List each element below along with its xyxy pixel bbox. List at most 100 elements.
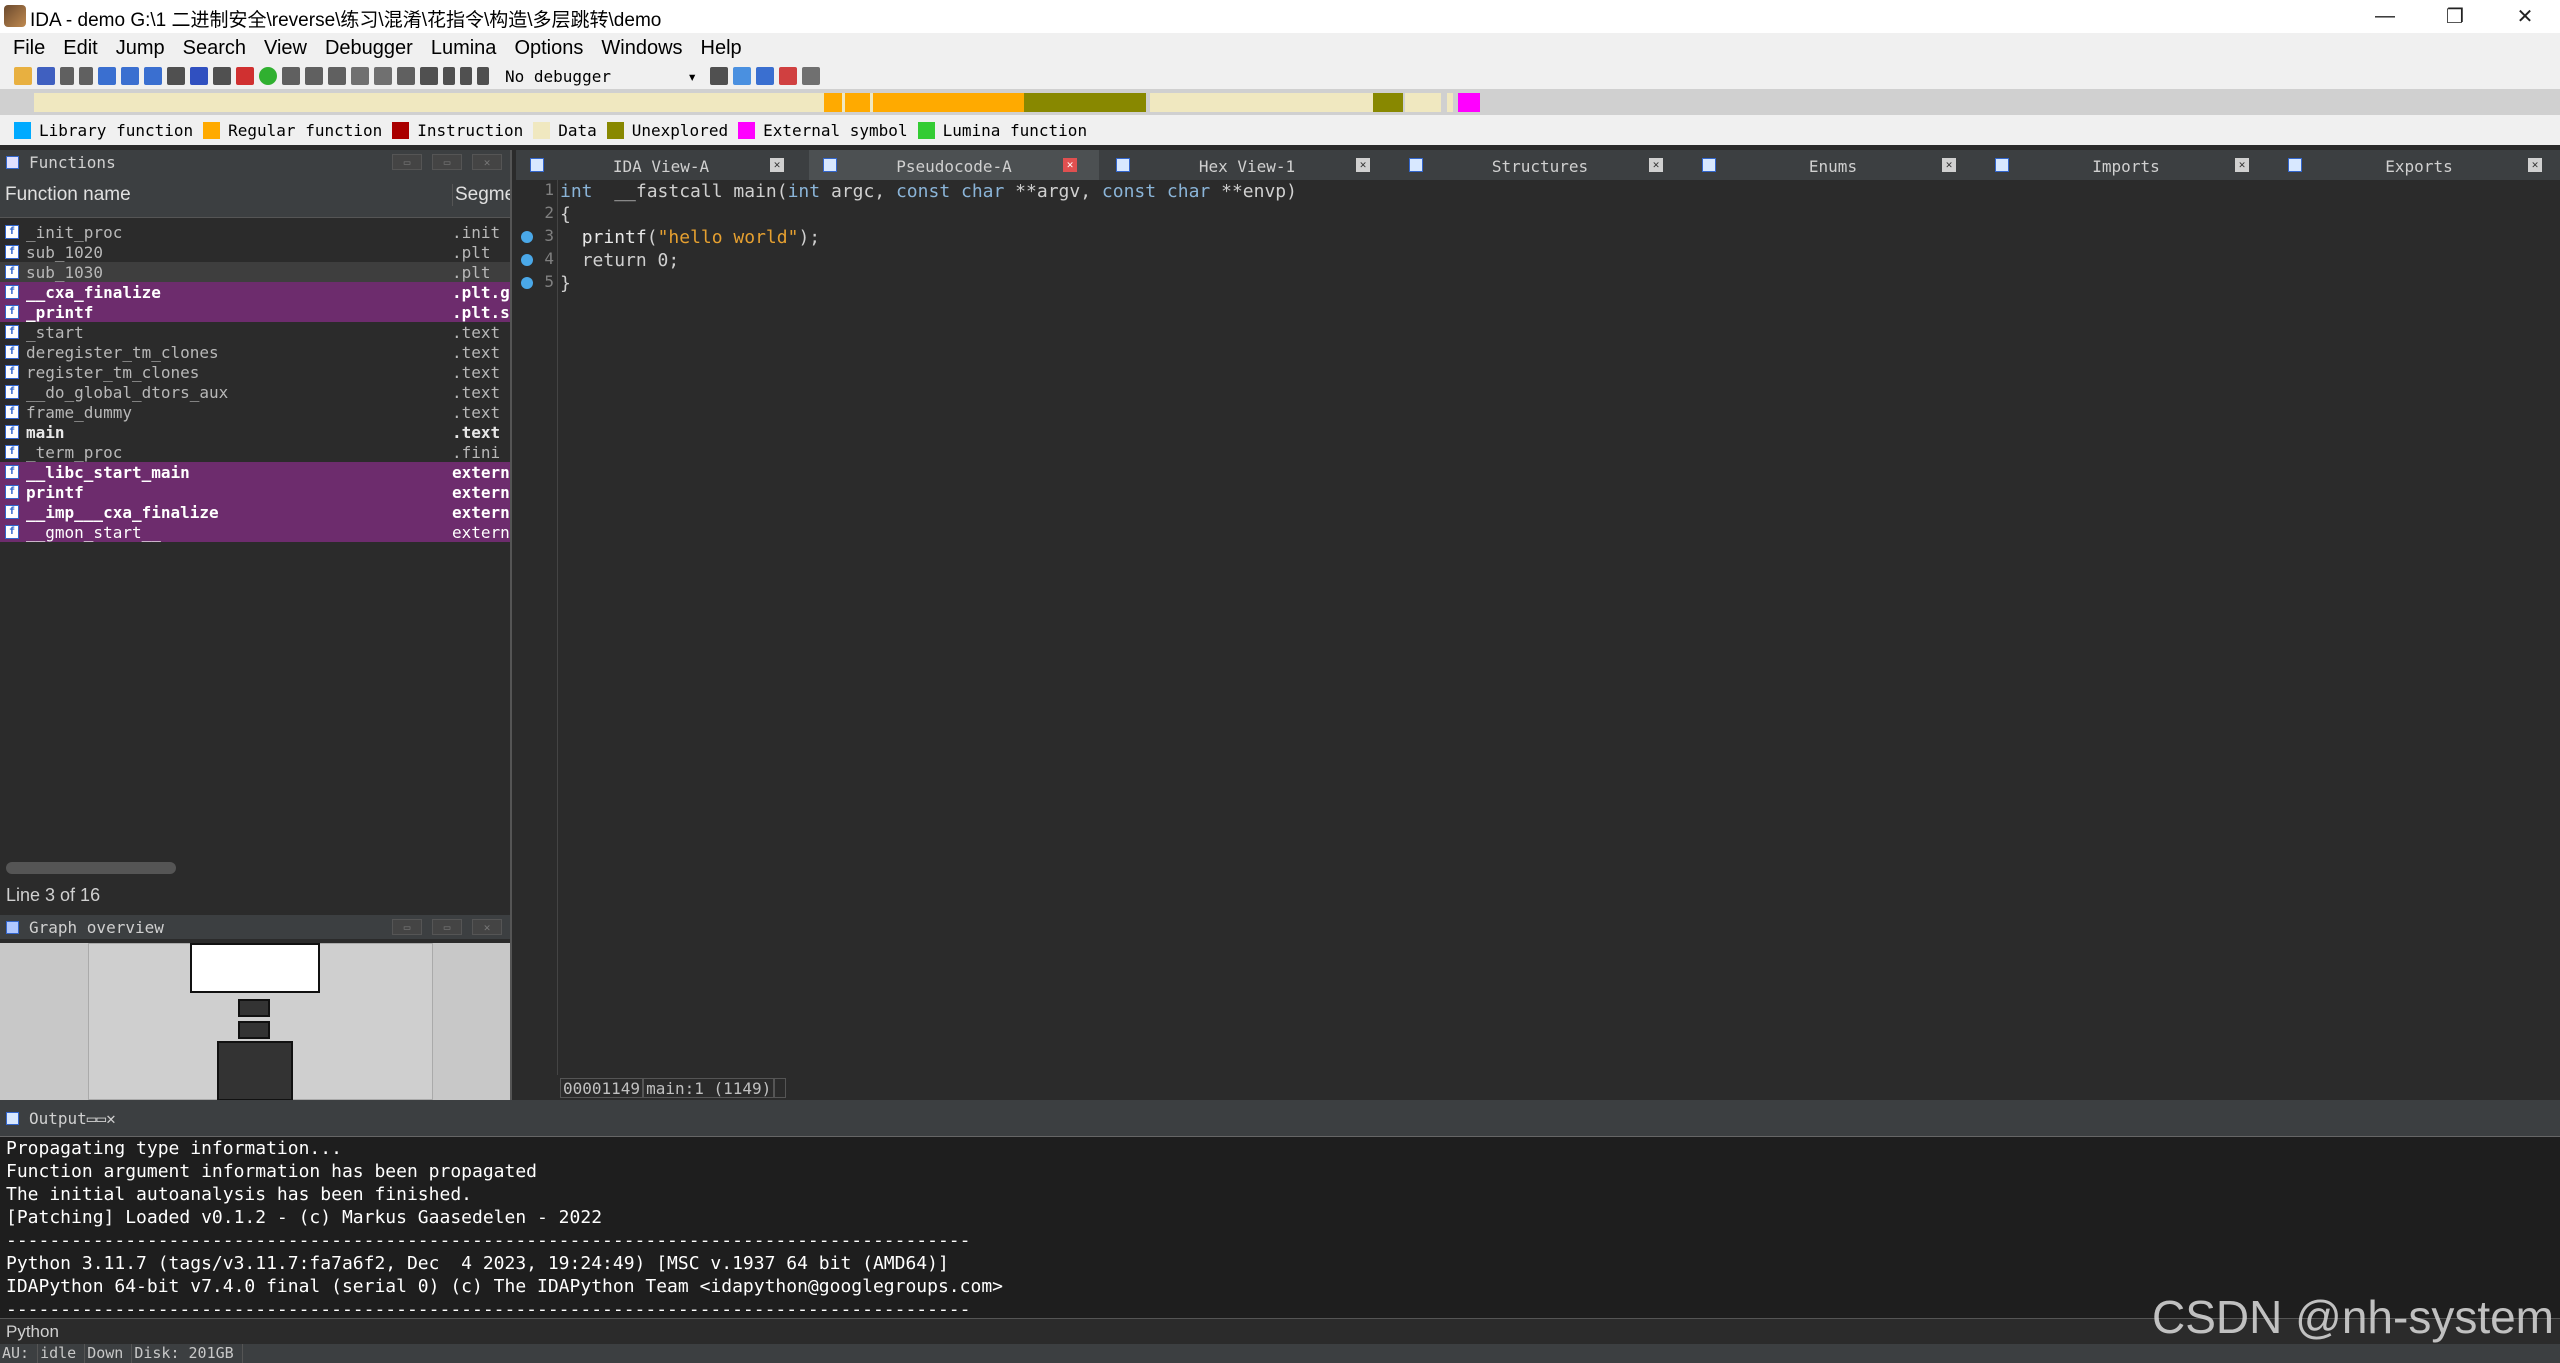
breakpoint-icon[interactable] [779, 67, 797, 85]
minimize-button[interactable]: — [2350, 0, 2420, 33]
graph-node[interactable] [217, 1041, 293, 1100]
column-segment[interactable]: Segment [452, 184, 510, 206]
function-row[interactable]: f sub_1020 .plt [0, 242, 510, 262]
nav-segment-data [1447, 93, 1453, 112]
panel-dock-icon[interactable]: ▭ [96, 1109, 106, 1128]
open-icon[interactable] [14, 67, 32, 85]
run-script-icon[interactable] [259, 67, 277, 85]
function-row[interactable]: f deregister_tm_clones .text [0, 342, 510, 362]
function-row[interactable]: f __do_global_dtors_aux .text [0, 382, 510, 402]
navigation-band[interactable] [0, 89, 2560, 115]
code-line[interactable]: int __fastcall main(int argc, const char… [560, 181, 1297, 204]
undefine-icon[interactable] [374, 67, 392, 85]
tab-close-icon[interactable]: ✕ [1942, 158, 1956, 172]
function-row[interactable]: f register_tm_clones .text [0, 362, 510, 382]
debugger-options-icon[interactable] [710, 67, 728, 85]
tab-close-icon[interactable]: ✕ [1063, 158, 1077, 172]
code-line[interactable]: } [560, 273, 571, 296]
forward-icon[interactable] [79, 67, 93, 85]
jump-icon[interactable] [98, 67, 116, 85]
breakpoint-list-icon[interactable] [756, 67, 774, 85]
menu-file[interactable]: File [4, 33, 54, 63]
graph-overview-canvas[interactable] [0, 943, 510, 1100]
search-binary-icon[interactable] [167, 67, 185, 85]
panel-close-icon[interactable]: ✕ [472, 919, 502, 935]
function-row[interactable]: f printf extern [0, 482, 510, 502]
search-text-icon[interactable] [190, 67, 208, 85]
tab-close-icon[interactable]: ✕ [1649, 158, 1663, 172]
column-function-name[interactable]: Function name [5, 184, 131, 206]
tab-structures[interactable]: Structures ✕ [1395, 150, 1685, 180]
close-window-button[interactable]: ✕ [2490, 0, 2560, 33]
tab-close-icon[interactable]: ✕ [2235, 158, 2249, 172]
tab-close-icon[interactable]: ✕ [2528, 158, 2542, 172]
code-line[interactable]: { [560, 204, 571, 227]
breakpoint-dot-icon[interactable] [521, 231, 533, 243]
menu-jump[interactable]: Jump [107, 33, 174, 63]
graph-node[interactable] [238, 1021, 270, 1039]
attach-icon[interactable] [733, 67, 751, 85]
code-line[interactable]: return 0; [560, 250, 680, 273]
panel-close-icon[interactable]: ✕ [106, 1109, 116, 1128]
function-row[interactable]: f main .text [0, 422, 510, 442]
menu-options[interactable]: Options [505, 33, 592, 63]
menu-search[interactable]: Search [174, 33, 255, 63]
debugger-select[interactable]: No debugger ▾ [500, 66, 702, 86]
xref-icon[interactable] [121, 67, 139, 85]
panel-dock-icon[interactable]: ▭ [432, 919, 462, 935]
function-row[interactable]: f sub_1030 .plt [0, 262, 510, 282]
back-icon[interactable] [60, 67, 74, 85]
tab-ida-view-a[interactable]: IDA View-A ✕ [516, 150, 806, 180]
panel-close-icon[interactable]: ✕ [472, 154, 502, 170]
play-icon[interactable] [443, 67, 455, 85]
function-row[interactable]: f _printf .plt.sec [0, 302, 510, 322]
function-row[interactable]: f __libc_start_main extern [0, 462, 510, 482]
function-row[interactable]: f __gmon_start__ extern [0, 522, 510, 542]
cross-icon[interactable] [420, 67, 438, 85]
pause-icon[interactable] [460, 67, 472, 85]
tab-close-icon[interactable]: ✕ [770, 158, 784, 172]
tab-exports[interactable]: Exports ✕ [2274, 150, 2560, 180]
menu-view[interactable]: View [255, 33, 316, 63]
make-code-icon[interactable] [282, 67, 300, 85]
tab-imports[interactable]: Imports ✕ [1981, 150, 2271, 180]
menu-help[interactable]: Help [692, 33, 751, 63]
breakpoint-dot-icon[interactable] [521, 254, 533, 266]
make-string-icon[interactable] [328, 67, 346, 85]
menu-windows[interactable]: Windows [592, 33, 691, 63]
breakpoint-dot-icon[interactable] [521, 277, 533, 289]
trace-icon[interactable] [802, 67, 820, 85]
function-row[interactable]: f _start .text [0, 322, 510, 342]
menu-lumina[interactable]: Lumina [422, 33, 506, 63]
function-row[interactable]: f __imp___cxa_finalize extern [0, 502, 510, 522]
legend-swatch [917, 121, 935, 139]
panel-float-icon[interactable]: ▭ [87, 1109, 97, 1128]
text-view-icon[interactable] [213, 67, 231, 85]
function-row[interactable]: f __cxa_finalize .plt.got [0, 282, 510, 302]
restore-button[interactable]: ❐ [2420, 0, 2490, 33]
tab-enums[interactable]: Enums ✕ [1688, 150, 1978, 180]
menu-debugger[interactable]: Debugger [316, 33, 422, 63]
function-row[interactable]: f frame_dummy .text [0, 402, 510, 422]
panel-float-icon[interactable]: ▭ [392, 154, 422, 170]
horizontal-scrollbar[interactable] [6, 862, 176, 874]
save-icon[interactable] [37, 67, 55, 85]
pseudocode-view[interactable]: 1 2 3 4 5 int __fastcall main(int argc, cons… [516, 180, 2560, 1098]
assemble-icon[interactable] [236, 67, 254, 85]
graph-node[interactable] [190, 943, 320, 993]
graph-node[interactable] [238, 999, 270, 1017]
stop-icon[interactable] [477, 67, 489, 85]
function-row[interactable]: f _term_proc .fini [0, 442, 510, 462]
panel-dock-icon[interactable]: ▭ [432, 154, 462, 170]
make-array-icon[interactable] [351, 67, 369, 85]
panel-float-icon[interactable]: ▭ [392, 919, 422, 935]
graph-icon[interactable] [144, 67, 162, 85]
code-line[interactable]: printf("hello world"); [560, 227, 820, 250]
menu-edit[interactable]: Edit [54, 33, 106, 63]
tab-close-icon[interactable]: ✕ [1356, 158, 1370, 172]
make-data-icon[interactable] [305, 67, 323, 85]
rename-icon[interactable] [397, 67, 415, 85]
function-row[interactable]: f _init_proc .init [0, 222, 510, 242]
tab-pseudocode-a[interactable]: Pseudocode-A ✕ [809, 150, 1099, 180]
tab-hex-view-1[interactable]: Hex View-1 ✕ [1102, 150, 1392, 180]
